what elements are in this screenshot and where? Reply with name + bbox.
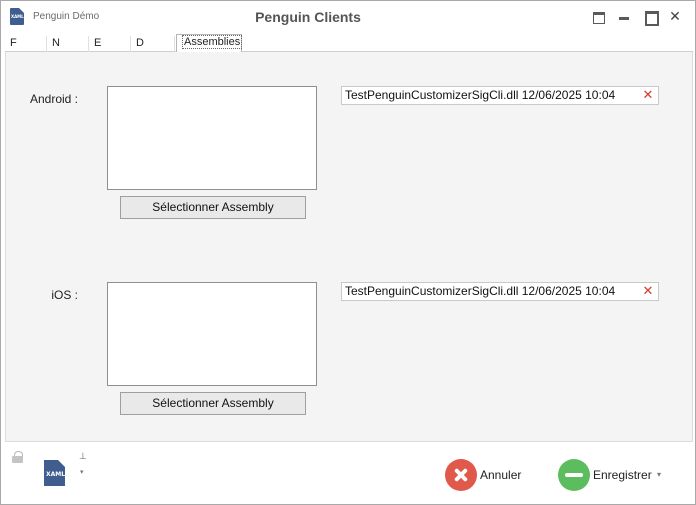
tab-strip: F N E D Assemblies [5,34,693,52]
android-file-value: TestPenguinCustomizerSigCli.dll 12/06/20… [345,88,616,102]
footer-bar: XAML ⊥ ▾ Annuler Enregistrer ▾ [5,443,693,504]
assemblies-panel: Android : Sélectionner Assembly TestPeng… [5,52,693,442]
tab-n[interactable]: N [49,36,89,52]
ios-label: iOS : [51,288,78,302]
android-select-assembly-button[interactable]: Sélectionner Assembly [120,196,306,219]
tab-d[interactable]: D [133,36,175,52]
xaml-file-icon[interactable]: XAML [44,460,65,486]
minimize-icon[interactable] [617,9,631,23]
tab-e[interactable]: E [91,36,131,52]
main-window: XAML Penguin Démo Penguin Clients ✕ F N … [0,0,696,505]
clear-icon[interactable]: ✕ [641,88,655,102]
tab-assemblies-label: Assemblies [182,35,243,49]
ios-assembly-box[interactable] [107,282,317,386]
restore-down-icon[interactable] [591,9,605,24]
xaml-icon-text: XAML [46,471,66,478]
ios-file-field[interactable]: TestPenguinCustomizerSigCli.dll 12/06/20… [341,282,659,301]
title-bar: XAML Penguin Démo Penguin Clients ✕ [1,1,695,32]
ios-select-assembly-button[interactable]: Sélectionner Assembly [120,392,306,415]
save-label: Enregistrer [593,468,652,482]
save-icon [558,459,590,491]
tab-f[interactable]: F [7,36,47,52]
tab-assemblies[interactable]: Assemblies [176,34,243,52]
cancel-button[interactable]: Annuler [445,459,525,491]
save-dropdown-chevron-icon[interactable]: ▾ [657,470,661,479]
window-title: Penguin Clients [255,9,361,25]
cancel-icon [445,459,477,491]
pin-icon[interactable]: ⊥ [79,451,87,462]
cancel-label: Annuler [480,468,522,482]
android-label: Android : [29,92,78,106]
android-assembly-box[interactable] [107,86,317,190]
close-icon[interactable]: ✕ [668,9,682,23]
maximize-icon[interactable] [643,9,659,26]
clear-icon[interactable]: ✕ [641,284,655,298]
chevron-down-icon[interactable]: ▾ [80,468,84,476]
android-file-field[interactable]: TestPenguinCustomizerSigCli.dll 12/06/20… [341,86,659,105]
save-button[interactable]: Enregistrer ▾ [558,459,670,491]
lock-icon[interactable] [12,451,23,463]
ios-file-value: TestPenguinCustomizerSigCli.dll 12/06/20… [345,284,616,298]
